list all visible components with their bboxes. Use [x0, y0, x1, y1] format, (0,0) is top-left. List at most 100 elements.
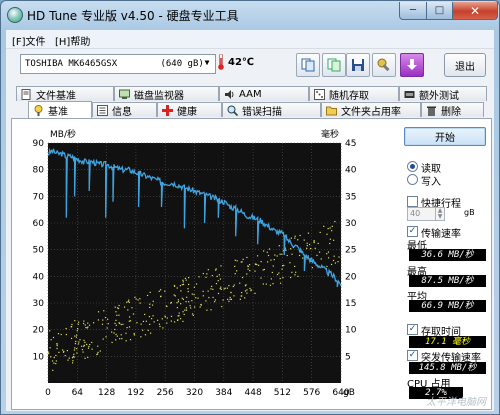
access-time-point	[56, 347, 58, 350]
options-button[interactable]	[372, 53, 396, 77]
access-time-point	[219, 278, 222, 280]
benchmark-chart: 0 64 128 192 256 320 384 448 512 576 6401020304050…	[33, 128, 357, 398]
access-time-point	[120, 323, 122, 326]
access-time-point	[274, 254, 276, 256]
minimize-button[interactable]: ─	[399, 2, 427, 20]
access-time-point	[199, 306, 201, 308]
access-time-point	[91, 341, 93, 344]
benchmark-icon	[34, 104, 43, 116]
write-radio[interactable]	[407, 174, 418, 185]
access-time-checkbox[interactable]: ✓	[407, 324, 418, 335]
access-time-point	[234, 265, 236, 268]
access-time-point	[125, 332, 127, 334]
access-time-point	[178, 312, 180, 314]
save-button[interactable]	[346, 53, 370, 77]
copy-info-button[interactable]	[296, 53, 320, 77]
access-time-point	[181, 297, 183, 299]
access-time-point	[170, 302, 172, 304]
access-time-point	[164, 316, 166, 318]
access-time-point	[306, 242, 308, 244]
tab-delete[interactable]: 删除	[421, 102, 484, 118]
title-bar[interactable]: HD Tune 专业版 v4.50 - 硬盘专业工具 ─ □ ✕	[1, 1, 499, 28]
read-radio[interactable]	[407, 161, 418, 172]
y-left-tick-label: 70	[33, 192, 45, 202]
access-time-point	[290, 237, 293, 239]
download-button[interactable]	[400, 53, 424, 77]
transfer-rate-checkbox[interactable]: ✓	[407, 226, 418, 237]
close-button[interactable]: ✕	[452, 2, 498, 20]
access-time-point	[77, 323, 79, 325]
tab-aam[interactable]: AAM	[219, 86, 309, 101]
access-time-point	[295, 271, 297, 273]
y-left-tick-label: 30	[33, 299, 45, 309]
access-time-point	[207, 290, 209, 292]
access-time-point	[142, 329, 144, 331]
access-time-point	[115, 333, 117, 336]
access-time-point	[84, 341, 86, 344]
access-time-point	[329, 242, 331, 245]
access-time-point	[77, 327, 79, 330]
access-time-point	[122, 323, 124, 325]
start-button[interactable]: 开始	[404, 127, 486, 146]
access-time-point	[254, 270, 256, 272]
access-time-point	[153, 321, 155, 323]
quick-stroke-checkbox[interactable]	[407, 196, 418, 207]
tab-extra-tests[interactable]: 额外测试	[399, 86, 487, 102]
tab-info[interactable]: 信息	[92, 102, 157, 118]
tab-folder-usage[interactable]: 文件夹占用率	[321, 102, 421, 118]
tab-error-scan[interactable]: 错误扫描	[222, 102, 321, 118]
magnifier-icon	[227, 105, 238, 116]
access-time-point	[65, 327, 67, 330]
drive-select[interactable]: TOSHIBA MK6465GSX (640 gB) ▼	[20, 54, 216, 74]
tab-file-benchmark[interactable]: 文件基准	[16, 86, 114, 102]
access-time-point	[126, 326, 128, 329]
access-time-point	[49, 330, 51, 332]
access-time-point	[220, 265, 222, 267]
access-time-point	[258, 264, 260, 266]
access-time-point	[212, 296, 214, 299]
access-time-point	[331, 230, 333, 232]
access-time-point	[170, 320, 172, 322]
access-time-point	[338, 256, 340, 258]
x-tick-label: 192	[127, 388, 144, 398]
access-time-point	[74, 342, 77, 345]
y-left-tick-label: 60	[33, 219, 45, 229]
access-time-point	[192, 314, 194, 316]
tab-benchmark[interactable]: 基准	[28, 101, 92, 118]
exit-button[interactable]: 退出	[444, 53, 486, 77]
access-time-point	[101, 323, 104, 325]
access-time-point	[234, 273, 236, 275]
access-time-point	[104, 316, 107, 319]
access-time-point	[161, 318, 163, 320]
access-time-point	[245, 284, 247, 286]
tab-disk-monitor[interactable]: 磁盘监视器	[114, 86, 219, 102]
access-time-point	[149, 306, 151, 308]
access-time-value: 17.1 毫秒	[409, 336, 486, 348]
access-time-point	[319, 231, 321, 234]
burst-rate-checkbox[interactable]: ✓	[407, 350, 418, 361]
access-time-point	[149, 291, 151, 293]
access-time-point	[128, 299, 130, 301]
access-time-point	[246, 273, 248, 275]
access-time-point	[254, 263, 257, 265]
access-time-point	[193, 286, 196, 288]
y-left-tick-label: 50	[33, 246, 45, 256]
quick-stroke-input[interactable]: 40 ▲ ▼	[407, 207, 445, 221]
menu-help[interactable]: [H]帮助	[55, 33, 90, 48]
access-time-point	[75, 340, 77, 343]
tab-health[interactable]: 健康	[157, 102, 222, 118]
access-time-point	[329, 238, 331, 240]
tab-random-access[interactable]: 随机存取	[309, 86, 399, 102]
access-time-point	[278, 272, 280, 274]
access-time-point	[329, 227, 331, 229]
access-time-point	[152, 300, 154, 302]
access-time-point	[317, 242, 319, 245]
menu-file[interactable]: [F]文件	[12, 33, 46, 48]
access-time-point	[115, 339, 117, 341]
access-time-point	[189, 305, 191, 307]
chevron-down-icon[interactable]: ▼	[201, 57, 213, 69]
maximize-button[interactable]: □	[426, 2, 453, 20]
spin-arrows-icon[interactable]: ▲ ▼	[435, 208, 444, 220]
access-time-point	[254, 292, 256, 295]
copy-screenshot-button[interactable]	[322, 53, 346, 77]
